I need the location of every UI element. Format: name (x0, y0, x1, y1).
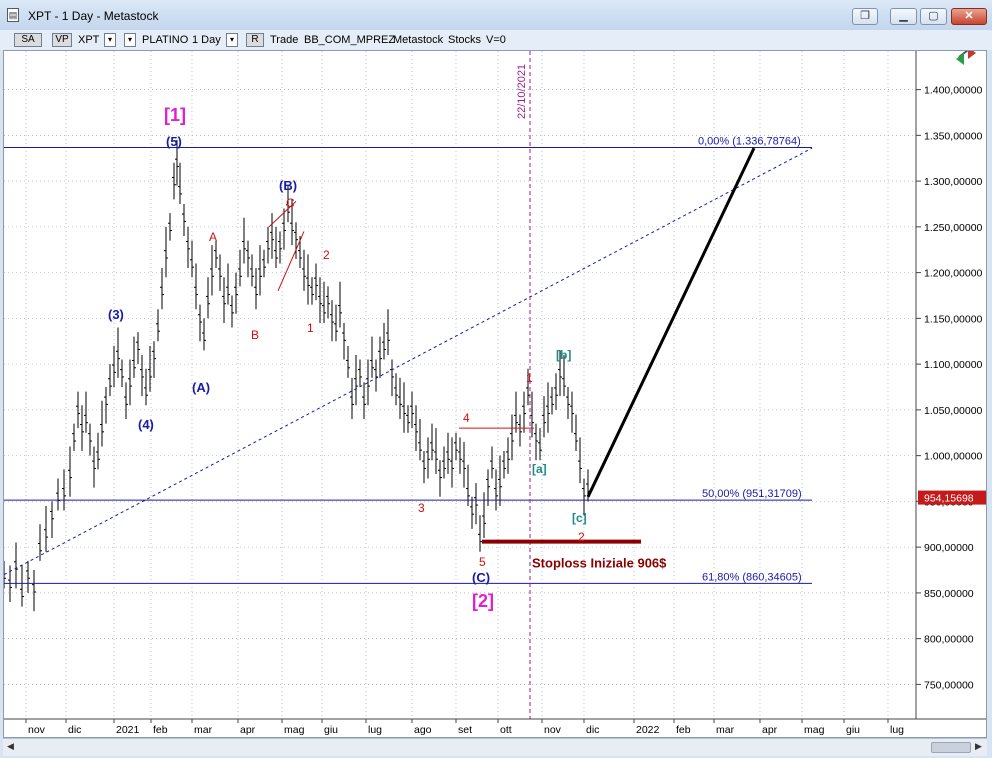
x-tick-label: ott (500, 724, 512, 736)
chart-toolbar: SA VP XPT ▾ ▾ PLATINO 1 Day ▾ R Trade BB… (0, 30, 992, 50)
wave-label-b: B (251, 328, 259, 342)
metastock-window: ▤ XPT - 1 Day - Metastock ❐ ▁ ▢ ✕ SA VP … (0, 0, 992, 758)
scroll-left-icon[interactable]: ◀ (7, 741, 14, 752)
y-tick-label: 1.300,00000 (924, 176, 983, 188)
fib-label: 50,00% (951,31709) (702, 488, 802, 500)
x-tick-label: mar (716, 724, 735, 736)
fib-label: 0,00% (1.336,78764) (698, 135, 801, 147)
y-tick-label: 850,00000 (924, 588, 974, 600)
overlays: 0,00% (1.336,78764) 50,00% (951,31709) 61,… (3, 51, 813, 719)
x-tick-label: dic (68, 724, 81, 736)
x-tick-label: feb (153, 724, 168, 736)
x-tick-label: set (458, 724, 472, 736)
x-tick-label: apr (762, 724, 778, 736)
wave-label-s1: 1 (307, 321, 314, 335)
sa-button[interactable]: SA (14, 33, 42, 47)
x-tick-label: apr (240, 724, 256, 736)
chart-app-icon: ▤ (7, 8, 19, 22)
wave-label-r1: 1 (526, 371, 533, 385)
maximize-button[interactable]: ▢ (920, 8, 947, 25)
y-tick-label: 900,00000 (924, 542, 974, 554)
wave-label-major_2: [2] (472, 591, 494, 611)
x-tick-label: giu (846, 724, 860, 736)
wave-label-sb: [b] (556, 348, 571, 362)
title-bar: ▤ XPT - 1 Day - Metastock ❐ ▁ ▢ ✕ (0, 0, 992, 31)
horizontal-scrollbar[interactable]: ◀ ▶ (3, 738, 987, 756)
x-tick-label: nov (28, 724, 46, 736)
drawing-tools-icon[interactable] (956, 46, 976, 65)
volume-label: V=0 (486, 34, 506, 46)
price-chart[interactable]: 0,00% (1.336,78764) 50,00% (951,31709) 61,… (2, 46, 986, 737)
y-tick-label: 1.100,00000 (924, 359, 983, 371)
projection-line (586, 147, 756, 498)
stoploss-label: Stoploss Iniziale 906$ (532, 555, 667, 570)
category-label: Stocks (448, 34, 482, 46)
wave-label-wA: (A) (192, 380, 210, 395)
x-tick-label: mar (194, 724, 213, 736)
symbol-label: XPT (78, 34, 100, 46)
gridlines (4, 51, 916, 719)
template-label: BB_COM_MPREZ (304, 34, 396, 46)
y-tick-label: 1.050,00000 (924, 405, 983, 417)
x-tick-label: 2021 (116, 724, 140, 736)
y-tick-label: 1.200,00000 (924, 268, 983, 280)
date-marker-label: 22/10/2021 (516, 64, 528, 119)
y-tick-label: 800,00000 (924, 634, 974, 646)
last-price-label: 954,15698 (924, 493, 974, 505)
close-button[interactable]: ✕ (951, 8, 987, 25)
symbol-dropdown[interactable]: ▾ (104, 33, 116, 47)
restore-layout-button[interactable]: ❐ (852, 8, 878, 25)
scroll-thumb[interactable] (931, 742, 971, 753)
wave-label-s5: 5 (479, 555, 486, 569)
wave-label-wC: (C) (472, 570, 490, 585)
wave-label-w3: (3) (108, 307, 124, 322)
y-tick-label: 1.250,00000 (924, 222, 983, 234)
vp-button[interactable]: VP (52, 33, 72, 47)
x-tick-label: mag (804, 724, 825, 736)
y-tick-label: 1.000,00000 (924, 451, 983, 463)
window-title: XPT - 1 Day - Metastock (28, 9, 159, 23)
wave-label-w4: (4) (138, 417, 154, 432)
y-axis: 1.400,00000 1.350,00000 1.300,00000 1.250,0… (915, 51, 986, 719)
wave-label-wB: (B) (279, 178, 297, 193)
x-tick-label: ago (414, 724, 432, 736)
x-tick-label: 2022 (636, 724, 660, 736)
instrument-name: PLATINO (142, 34, 189, 46)
x-tick-label: lug (890, 724, 904, 736)
x-tick-label: feb (676, 724, 691, 736)
x-tick-label: nov (544, 724, 562, 736)
x-tick-label: lug (368, 724, 382, 736)
wave-label-a: A (209, 230, 217, 244)
chart-frame[interactable]: 0,00% (1.336,78764) 50,00% (951,31709) 61,… (2, 46, 987, 738)
x-tick-label: giu (324, 724, 338, 736)
wave-label-s3: 3 (418, 501, 425, 515)
y-tick-label: 750,00000 (924, 679, 974, 691)
wave-label-r2: 2 (578, 530, 585, 544)
scroll-right-icon[interactable]: ▶ (975, 741, 982, 752)
fib-label: 61,80% (860,34605) (702, 571, 802, 583)
wave-label-c: C (286, 196, 295, 210)
source-label: Metastock (393, 34, 444, 46)
trendline (3, 147, 813, 576)
y-tick-label: 1.350,00000 (924, 130, 983, 142)
period-label: 1 Day (192, 34, 221, 46)
wave-label-s2: 2 (323, 248, 330, 262)
r-button[interactable]: R (246, 33, 264, 47)
x-tick-label: dic (586, 724, 599, 736)
minimize-button[interactable]: ▁ (890, 8, 917, 25)
x-axis: nov dic 2021 feb mar apr mag giu lug ago set ott nov… (4, 718, 986, 736)
name-dropdown[interactable]: ▾ (124, 33, 136, 47)
y-tick-label: 1.400,00000 (924, 85, 983, 97)
y-tick-label: 1.150,00000 (924, 313, 983, 325)
period-dropdown[interactable]: ▾ (226, 33, 238, 47)
wave-label-major_1: [1] (164, 105, 186, 125)
wave-label-s4: 4 (463, 411, 470, 425)
wave-label-sa: [a] (532, 462, 547, 476)
wave-label-sc: [c] (572, 511, 587, 525)
x-tick-label: mag (284, 724, 305, 736)
wave-label-w5: (5) (166, 134, 182, 149)
trade-label[interactable]: Trade (270, 33, 298, 47)
